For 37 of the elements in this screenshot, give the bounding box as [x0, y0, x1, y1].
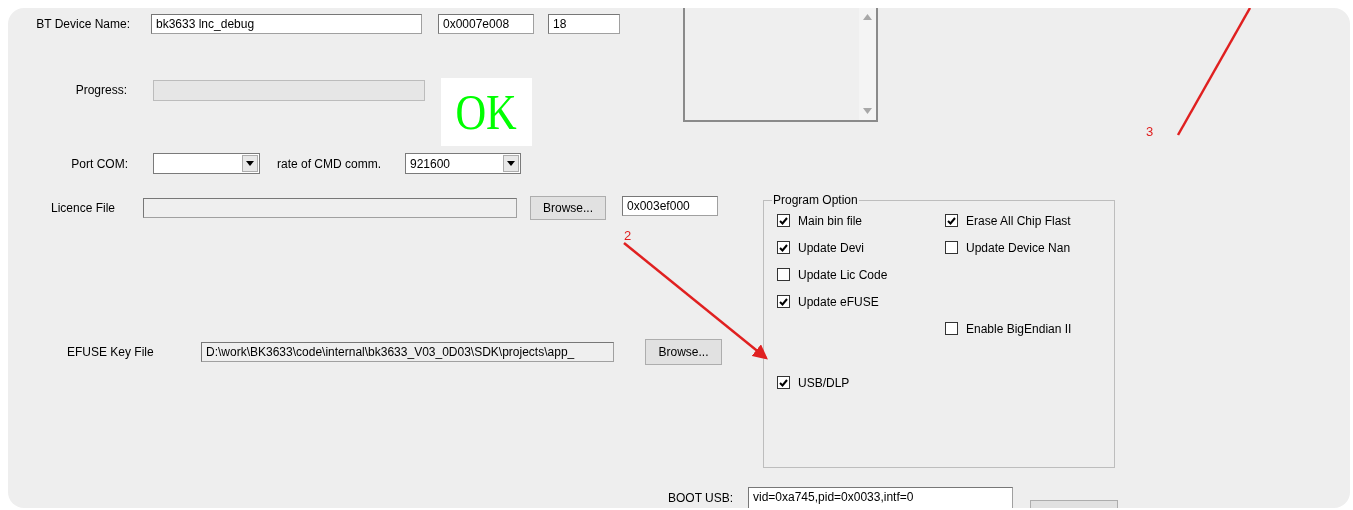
- input-field[interactable]: vid=0xa745,pid=0x0033,intf=0: [748, 487, 1013, 508]
- checkbox-label: Main bin file: [798, 213, 863, 228]
- checkbox-label: Erase All Chip Flast: [966, 213, 1071, 228]
- checkbox[interactable]: [945, 241, 958, 254]
- field-label: Licence File: [51, 201, 117, 215]
- dropdown[interactable]: [153, 153, 260, 174]
- input-field[interactable]: bk3633 lnc_debug: [151, 14, 422, 34]
- checkbox[interactable]: [777, 214, 790, 227]
- checkbox[interactable]: [777, 268, 790, 281]
- checkbox[interactable]: [777, 295, 790, 308]
- field-label: BT Device Name:: [35, 17, 130, 31]
- annotation-number: 2: [624, 228, 632, 243]
- field-label: rate of CMD comm.: [277, 156, 382, 171]
- checkbox[interactable]: [945, 322, 958, 335]
- checkbox-label: Update Device Nan: [966, 240, 1071, 255]
- checkbox[interactable]: [945, 214, 958, 227]
- field-label: Progress:: [74, 83, 127, 97]
- caret-icon: [507, 161, 515, 166]
- checkbox-label: USB/DLP: [798, 375, 850, 390]
- checkbox-label: Update Lic Code: [798, 267, 888, 282]
- scroll-up-icon: [863, 14, 872, 20]
- field-label: Port COM:: [70, 156, 128, 171]
- input-field[interactable]: 18: [548, 14, 620, 34]
- group-title: Program Option: [772, 193, 859, 207]
- input-field[interactable]: 0x0007e008: [438, 14, 534, 34]
- status-text: OK: [455, 83, 518, 141]
- checkbox[interactable]: [777, 241, 790, 254]
- dropdown[interactable]: 921600: [405, 153, 521, 174]
- field-label: BOOT USB:: [668, 491, 735, 505]
- caret-icon: [246, 161, 254, 166]
- checkbox[interactable]: [777, 376, 790, 389]
- checkbox-label: Enable BigEndian II: [966, 321, 1072, 336]
- scroll-down-icon: [863, 108, 872, 114]
- annotation-number: 3: [1146, 124, 1154, 139]
- checkbox-label: Update eFUSE: [798, 294, 879, 309]
- field-label: EFUSE Key File: [67, 345, 155, 359]
- checkbox-label: Update Devi: [798, 240, 865, 255]
